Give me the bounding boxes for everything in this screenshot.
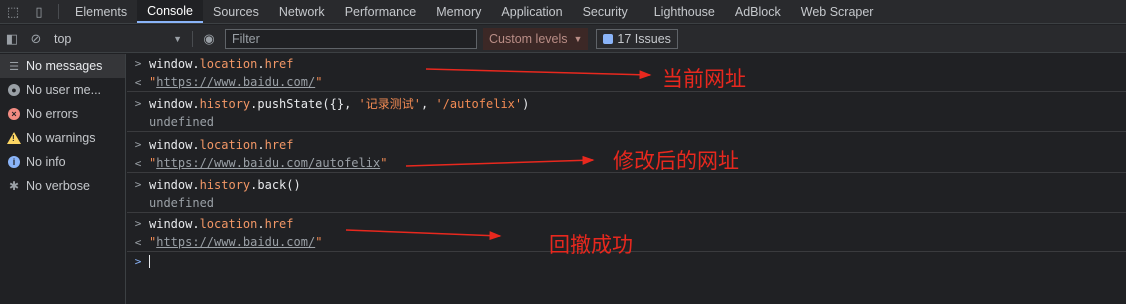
console-result-row: undefined — [127, 194, 1126, 213]
tab-elements[interactable]: Elements — [65, 0, 137, 23]
filter-input[interactable] — [225, 28, 477, 49]
sidebar-item-label: No verbose — [26, 179, 90, 193]
list-icon: ☰ — [9, 60, 19, 73]
tab-memory[interactable]: Memory — [426, 0, 491, 23]
console-result-row: undefined — [127, 113, 1126, 132]
tab-sources[interactable]: Sources — [203, 0, 269, 23]
info-icon: i — [8, 156, 20, 168]
sidebar-item-label: No messages — [26, 59, 103, 73]
sidebar-item-messages[interactable]: ☰ No messages — [0, 54, 125, 78]
sidebar-item-info[interactable]: i No info — [0, 150, 125, 174]
tab-lighthouse[interactable]: Lighthouse — [644, 0, 725, 23]
result-undefined: undefined — [149, 196, 215, 210]
command-text: window.location.href — [149, 216, 294, 231]
issues-button[interactable]: 17 Issues — [596, 28, 678, 49]
command-text: window.location.href — [149, 137, 294, 152]
result-url-link[interactable]: https://www.baidu.com/ — [156, 75, 315, 89]
prompt-chevron-icon: > — [134, 255, 142, 268]
result-url-link[interactable]: https://www.baidu.com/ — [156, 235, 315, 249]
tab-application[interactable]: Application — [491, 0, 572, 23]
tab-adblock[interactable]: AdBlock — [725, 0, 791, 23]
text-cursor — [149, 255, 150, 268]
console-sidebar: ☰ No messages ● No user me... × No error… — [0, 54, 126, 304]
context-value: top — [54, 31, 72, 46]
issues-flag-icon — [603, 33, 614, 44]
console-toolbar: ◧ ⊘ top ▼ ◉ Custom levels ▼ 17 Issues — [0, 25, 1126, 53]
input-chevron-icon: > — [134, 178, 142, 191]
user-icon: ● — [8, 84, 20, 96]
sidebar-item-label: No info — [26, 155, 66, 169]
live-expression-eye-icon[interactable]: ◉ — [197, 27, 221, 51]
tab-web-scraper[interactable]: Web Scraper — [791, 0, 884, 23]
annotation-current-url: 当前网址 — [662, 67, 746, 91]
tab-console[interactable]: Console — [137, 0, 203, 23]
annotation-reverted: 回撤成功 — [549, 233, 633, 257]
command-text: window.history.back() — [149, 177, 301, 192]
devtools-tabbar: ⬚ ▯ Elements Console Sources Network Per… — [0, 0, 1126, 24]
sidebar-item-verbose[interactable]: ✱ No verbose — [0, 174, 125, 198]
toolbar-separator — [192, 30, 193, 47]
command-text: window.location.href — [149, 56, 294, 71]
annotation-modified-url: 修改后的网址 — [613, 149, 739, 173]
result-string: "https://www.baidu.com/" — [149, 75, 323, 89]
bug-icon: ✱ — [8, 179, 20, 193]
sidebar-item-label: No user me... — [26, 83, 102, 97]
sidebar-item-label: No errors — [26, 107, 79, 121]
console-output[interactable]: > window.location.href < "https://www.ba… — [127, 54, 1126, 304]
output-chevron-icon: < — [134, 75, 142, 89]
sidebar-item-errors[interactable]: × No errors — [0, 102, 125, 126]
input-chevron-icon: > — [134, 138, 142, 151]
tab-separator — [58, 4, 59, 19]
result-string: "https://www.baidu.com/" — [149, 235, 323, 249]
result-undefined: undefined — [149, 115, 215, 129]
sidebar-item-label: No warnings — [26, 131, 96, 145]
output-chevron-icon: < — [134, 235, 142, 249]
tab-network[interactable]: Network — [269, 0, 335, 23]
tab-performance[interactable]: Performance — [335, 0, 427, 23]
input-chevron-icon: > — [134, 57, 142, 70]
chevron-down-icon: ▼ — [573, 33, 583, 44]
inspect-element-icon[interactable]: ⬚ — [0, 0, 26, 23]
command-text: window.history.pushState({}, '记录测试', '/a… — [149, 97, 530, 111]
console-result-row: < "https://www.baidu.com/" — [127, 73, 1126, 92]
log-levels-dropdown[interactable]: Custom levels ▼ — [483, 27, 589, 50]
console-input-row: > window.history.back() — [127, 175, 1126, 194]
result-string: "https://www.baidu.com/autofelix" — [149, 156, 388, 170]
input-chevron-icon: > — [134, 217, 142, 230]
sidebar-item-user-messages[interactable]: ● No user me... — [0, 78, 125, 102]
error-icon: × — [8, 108, 20, 120]
sidebar-item-warnings[interactable]: ! No warnings — [0, 126, 125, 150]
console-input-row: > window.history.pushState({}, '记录测试', '… — [127, 94, 1126, 113]
device-toolbar-icon[interactable]: ▯ — [26, 0, 52, 23]
warning-icon: ! — [7, 132, 21, 144]
clear-console-icon[interactable]: ⊘ — [24, 27, 48, 51]
sidebar-toggle-icon[interactable]: ◧ — [0, 27, 24, 51]
log-levels-label: Custom levels — [489, 31, 568, 46]
console-input-row: > window.location.href — [127, 54, 1126, 73]
chevron-down-icon: ▼ — [173, 33, 182, 44]
issues-count: 17 Issues — [617, 31, 671, 46]
output-chevron-icon: < — [134, 156, 142, 170]
input-chevron-icon: > — [134, 97, 142, 110]
result-url-link[interactable]: https://www.baidu.com/autofelix — [156, 156, 380, 170]
tab-security[interactable]: Security — [573, 0, 638, 23]
context-selector[interactable]: top ▼ — [48, 32, 188, 46]
